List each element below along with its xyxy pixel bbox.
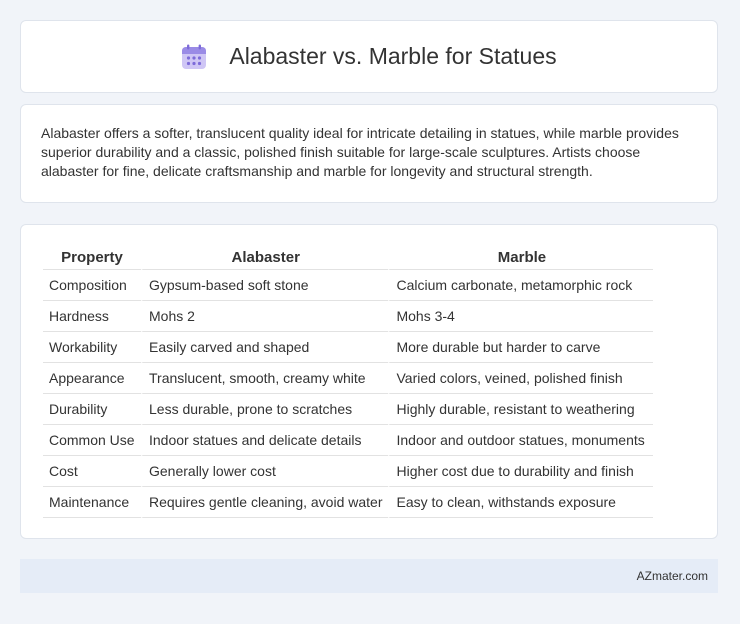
title-card: Alabaster vs. Marble for Statues [20,20,718,93]
column-header-marble: Marble [388,245,654,270]
property-cell: Cost [43,456,141,487]
property-cell: Hardness [43,301,141,332]
property-cell: Common Use [43,425,141,456]
comparison-table-card: Property Alabaster Marble Composition Gy… [20,224,718,539]
summary-card: Alabaster offers a softer, translucent q… [20,104,718,203]
title-wrap: Alabaster vs. Marble for Statues [181,43,557,70]
table-row: Hardness Mohs 2 Mohs 3-4 [43,301,654,332]
comparison-table: Property Alabaster Marble Composition Gy… [43,245,654,518]
table-row: Appearance Translucent, smooth, creamy w… [43,363,654,394]
marble-cell: Varied colors, veined, polished finish [388,363,654,394]
marble-cell: Calcium carbonate, metamorphic rock [388,270,654,301]
table-row: Composition Gypsum-based soft stone Calc… [43,270,654,301]
footer: AZmater.com [20,559,718,593]
marble-cell: Easy to clean, withstands exposure [388,487,654,518]
property-cell: Maintenance [43,487,141,518]
alabaster-cell: Less durable, prone to scratches [141,394,389,425]
calendar-icon [182,44,207,69]
alabaster-cell: Generally lower cost [141,456,389,487]
summary-text: Alabaster offers a softer, translucent q… [41,125,679,179]
marble-cell: Higher cost due to durability and finish [388,456,654,487]
alabaster-cell: Mohs 2 [141,301,389,332]
alabaster-cell: Easily carved and shaped [141,332,389,363]
alabaster-cell: Translucent, smooth, creamy white [141,363,389,394]
table-row: Cost Generally lower cost Higher cost du… [43,456,654,487]
column-header-property: Property [43,245,141,270]
alabaster-cell: Gypsum-based soft stone [141,270,389,301]
marble-cell: Mohs 3-4 [388,301,654,332]
table-row: Durability Less durable, prone to scratc… [43,394,654,425]
property-cell: Workability [43,332,141,363]
table-row: Workability Easily carved and shaped Mor… [43,332,654,363]
alabaster-cell: Requires gentle cleaning, avoid water [141,487,389,518]
table-row: Common Use Indoor statues and delicate d… [43,425,654,456]
footer-brand[interactable]: AZmater.com [637,569,708,583]
property-cell: Durability [43,394,141,425]
property-cell: Appearance [43,363,141,394]
alabaster-cell: Indoor statues and delicate details [141,425,389,456]
table-header-row: Property Alabaster Marble [43,245,654,270]
marble-cell: Indoor and outdoor statues, monuments [388,425,654,456]
property-cell: Composition [43,270,141,301]
marble-cell: More durable but harder to carve [388,332,654,363]
column-header-alabaster: Alabaster [141,245,389,270]
page-title: Alabaster vs. Marble for Statues [229,43,557,69]
marble-cell: Highly durable, resistant to weathering [388,394,654,425]
table-row: Maintenance Requires gentle cleaning, av… [43,487,654,518]
